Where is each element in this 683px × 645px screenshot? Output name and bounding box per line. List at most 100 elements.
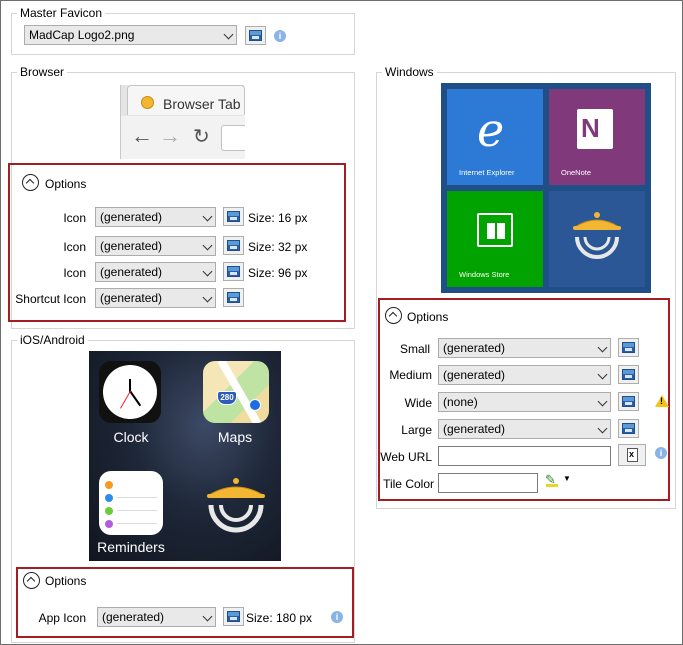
image-browse-icon <box>227 292 240 303</box>
image-browse-icon <box>227 611 240 622</box>
windows-title: Windows <box>382 65 437 79</box>
browser-options-label: Options <box>45 177 87 191</box>
reminder-dot-purple <box>105 520 113 528</box>
small-tile-label: Small <box>399 342 430 356</box>
collapse-up-icon[interactable] <box>23 572 40 589</box>
tile-color-input[interactable] <box>438 473 538 493</box>
clock-app-label: Clock <box>113 429 149 445</box>
browser-icon-16-select[interactable]: (generated) <box>95 207 216 227</box>
address-bar <box>221 125 245 151</box>
reminder-lines <box>117 485 157 525</box>
image-browse-icon <box>622 423 635 434</box>
maps-app-icon: 280 <box>203 361 269 423</box>
reminder-dot-green <box>105 507 113 515</box>
web-url-input[interactable] <box>438 446 611 466</box>
reload-icon: ↻ <box>193 126 210 148</box>
image-browse-icon <box>622 396 635 407</box>
chevron-down-icon <box>597 369 608 380</box>
browser-icon-32-browse-button[interactable] <box>223 236 244 255</box>
reminders-app-label: Reminders <box>97 539 165 555</box>
tab-favicon <box>141 96 154 109</box>
document-icon-mark: x <box>629 449 635 459</box>
medium-tile-label: Medium <box>389 368 432 382</box>
maps-app-label: Maps <box>217 429 253 445</box>
web-url-label: Web URL <box>380 450 432 464</box>
browser-icon-16-size: Size: 16 px <box>248 211 308 225</box>
info-icon[interactable]: i <box>331 611 343 623</box>
browser-icon-96-browse-button[interactable] <box>223 262 244 281</box>
large-tile-value: (generated) <box>443 422 506 436</box>
wide-tile-browse-button[interactable] <box>618 392 639 411</box>
collapse-up-icon[interactable] <box>385 307 402 324</box>
ios-android-title: iOS/Android <box>17 333 88 347</box>
wide-tile-value: (none) <box>443 395 478 409</box>
wide-tile-label: Wide <box>404 396 432 410</box>
web-url-browse-button[interactable]: x <box>618 444 646 466</box>
large-tile-label: Large <box>401 423 432 437</box>
caret-down-icon: ▼ <box>563 474 571 483</box>
browser-icon-96-value: (generated) <box>100 265 163 279</box>
chevron-down-icon <box>202 211 213 222</box>
image-browse-icon <box>227 240 240 251</box>
app-icon-browse-button[interactable] <box>223 607 244 626</box>
chevron-down-icon <box>202 292 213 303</box>
app-icon-label: App Icon <box>38 611 86 625</box>
browser-icon-96-select[interactable]: (generated) <box>95 262 216 282</box>
browser-title: Browser <box>17 65 68 79</box>
large-tile-select[interactable]: (generated) <box>438 419 611 439</box>
onenote-tile: N OneNote <box>549 89 645 185</box>
browser-icon-32-select[interactable]: (generated) <box>95 236 216 256</box>
browser-icon-16-browse-button[interactable] <box>223 207 244 226</box>
shortcut-icon-label: Shortcut Icon <box>15 292 86 306</box>
small-tile-browse-button[interactable] <box>618 338 639 357</box>
windows-store-tile: Windows Store <box>447 191 543 287</box>
browser-tab-label: Browser Tab <box>163 96 241 112</box>
favicon-settings-panel: Master Favicon MadCap Logo2.png i Browse… <box>0 0 683 645</box>
maps-highway-shield: 280 <box>217 391 237 405</box>
large-tile-browse-button[interactable] <box>618 419 639 438</box>
app-icon-select[interactable]: (generated) <box>97 607 216 627</box>
reminder-dot-orange <box>105 481 113 489</box>
chevron-down-icon <box>202 240 213 251</box>
master-favicon-select[interactable]: MadCap Logo2.png <box>24 25 237 45</box>
onenote-icon: N <box>577 109 613 149</box>
clock-minute-hand <box>129 390 142 407</box>
reminders-app-icon <box>99 471 163 535</box>
internet-explorer-tile: e Internet Explorer <box>447 89 543 185</box>
master-favicon-browse-button[interactable] <box>245 26 266 45</box>
chevron-down-icon <box>597 396 608 407</box>
windows-options-panel: Options Small (generated) Medium (genera… <box>378 298 670 501</box>
store-logo-grid <box>487 223 505 239</box>
color-picker-button[interactable]: ✎ ▼ <box>543 472 573 490</box>
ios-home-preview: Clock 280 Maps Reminders <box>89 351 281 561</box>
medium-tile-browse-button[interactable] <box>618 365 639 384</box>
shortcut-icon-browse-button[interactable] <box>223 288 244 307</box>
collapse-up-icon[interactable] <box>22 174 39 191</box>
browser-icon-96-label: Icon <box>63 266 86 280</box>
wide-tile-select[interactable]: (none) <box>438 392 611 412</box>
windows-store-label: Windows Store <box>459 270 510 279</box>
master-favicon-value: MadCap Logo2.png <box>29 28 135 42</box>
browser-tab-preview: Browser Tab ← → ↻ <box>120 85 245 159</box>
forward-arrow-icon: → <box>159 123 181 148</box>
medium-tile-select[interactable]: (generated) <box>438 365 611 385</box>
medium-tile-value: (generated) <box>443 368 506 382</box>
browser-icon-32-value: (generated) <box>100 239 163 253</box>
browser-icon-32-label: Icon <box>63 240 86 254</box>
warning-icon: ! <box>655 395 669 407</box>
app-icon-value: (generated) <box>102 610 165 624</box>
tile-color-label: Tile Color <box>383 477 434 491</box>
info-icon[interactable]: i <box>655 447 667 459</box>
browser-options-panel: Options Icon (generated) Size: 16 px Ico… <box>8 163 346 322</box>
windows-store-icon <box>477 213 513 247</box>
browser-icon-32-size: Size: 32 px <box>248 240 308 254</box>
chevron-down-icon <box>597 423 608 434</box>
madcap-tile <box>549 191 645 287</box>
shortcut-icon-select[interactable]: (generated) <box>95 288 216 308</box>
small-tile-select[interactable]: (generated) <box>438 338 611 358</box>
windows-start-preview: e Internet Explorer N OneNote Windows St… <box>441 83 651 293</box>
shortcut-icon-value: (generated) <box>100 291 163 305</box>
info-icon[interactable]: i <box>274 30 286 42</box>
color-swatch <box>546 484 558 487</box>
chevron-down-icon <box>202 611 213 622</box>
